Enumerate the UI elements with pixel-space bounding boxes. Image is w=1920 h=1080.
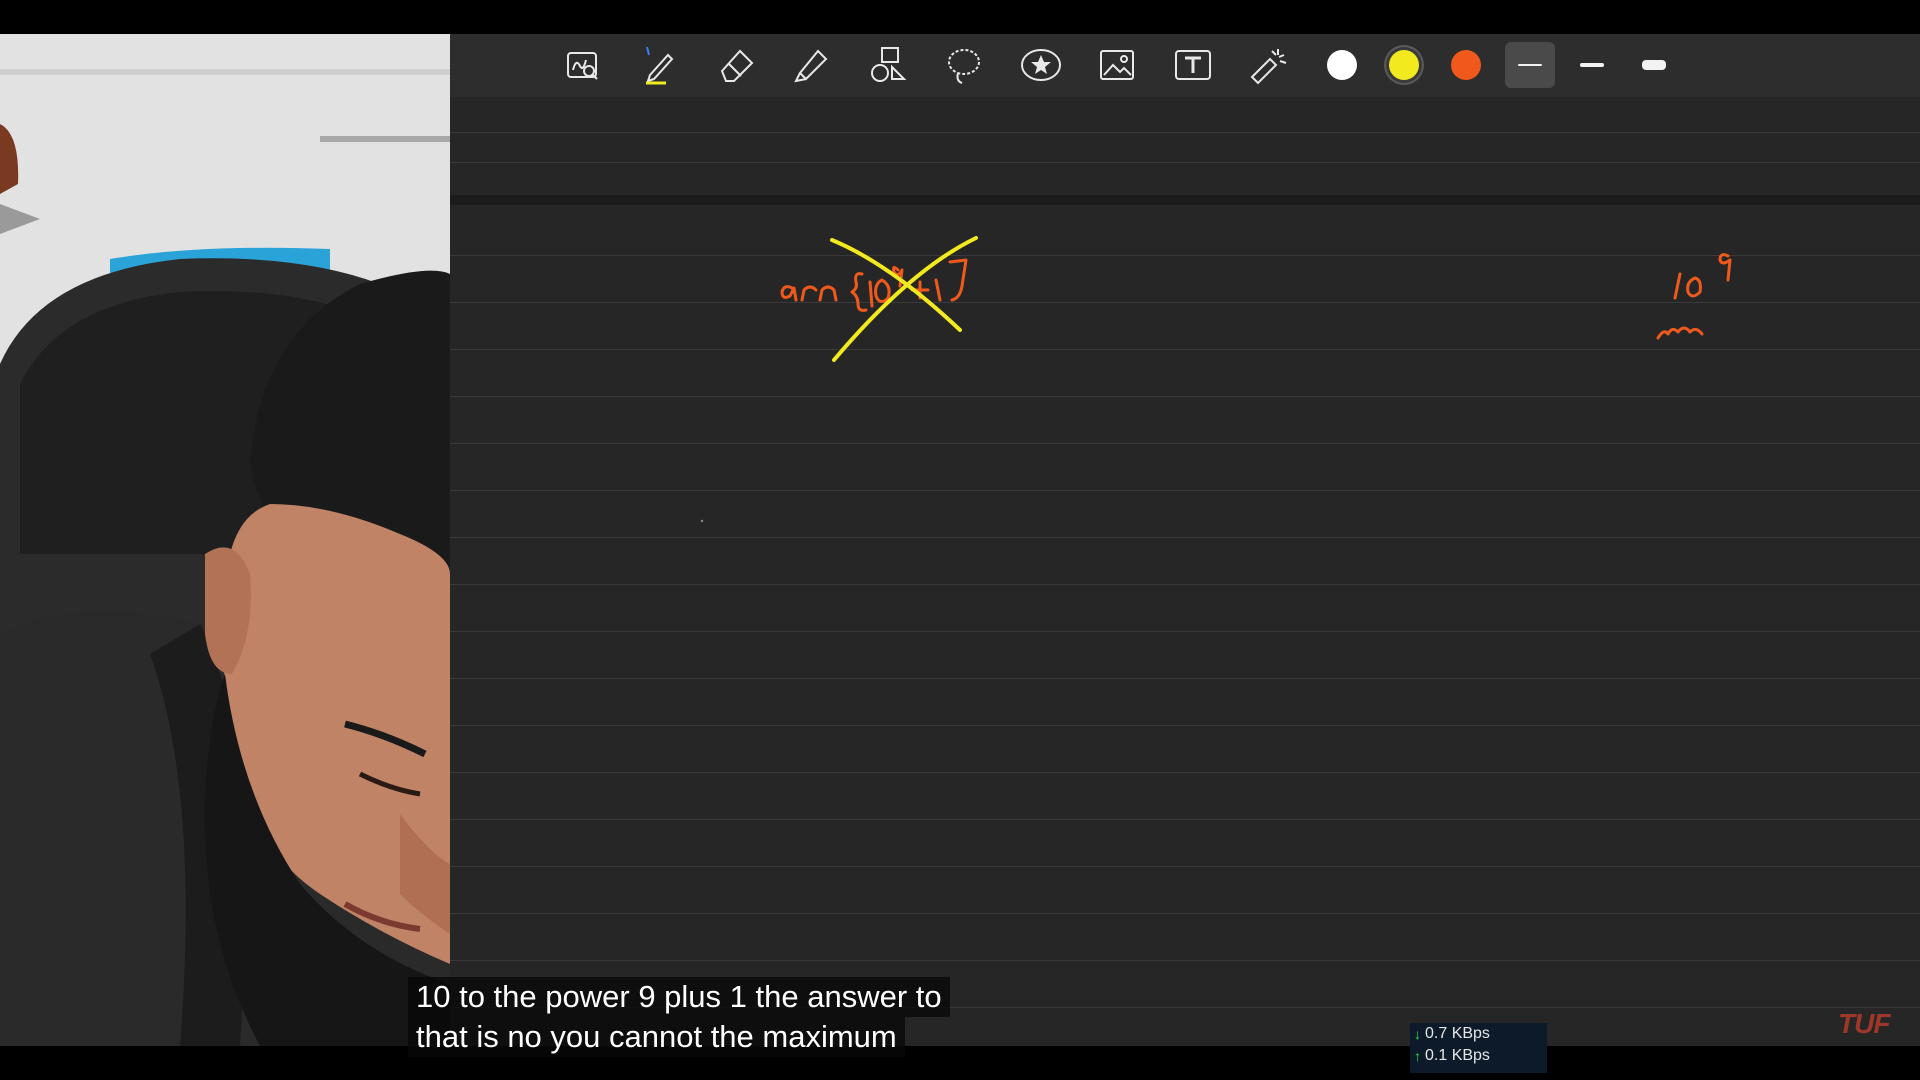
caption-line-1: 10 to the power 9 plus 1 the answer to [408, 977, 950, 1017]
network-speed-meter: ↓ 0.7 KBps ↑ 0.1 KBps [1410, 1023, 1547, 1073]
presenter-image [0, 34, 450, 1046]
download-row: ↓ 0.7 KBps [1410, 1023, 1547, 1045]
webcam-feed [0, 34, 450, 1046]
ink-ten-power-nine [1656, 253, 1732, 340]
ink-dot [700, 519, 704, 523]
upload-arrow-icon: ↑ [1414, 1048, 1421, 1064]
upload-row: ↑ 0.1 KBps [1410, 1045, 1547, 1067]
handwritten-ink [700, 236, 1732, 523]
download-arrow-icon: ↓ [1414, 1026, 1421, 1042]
ink-array-expression [780, 258, 968, 312]
caption-line-2: that is no you cannot the maximum [408, 1017, 905, 1057]
upload-speed: 0.1 KBps [1425, 1047, 1490, 1064]
video-frame: 10 to the power 9 plus 1 the answer to t… [0, 0, 1920, 1080]
notebook-canvas[interactable] [450, 34, 1920, 1046]
channel-watermark: TUF [1838, 1008, 1890, 1039]
download-speed: 0.7 KBps [1425, 1025, 1490, 1042]
